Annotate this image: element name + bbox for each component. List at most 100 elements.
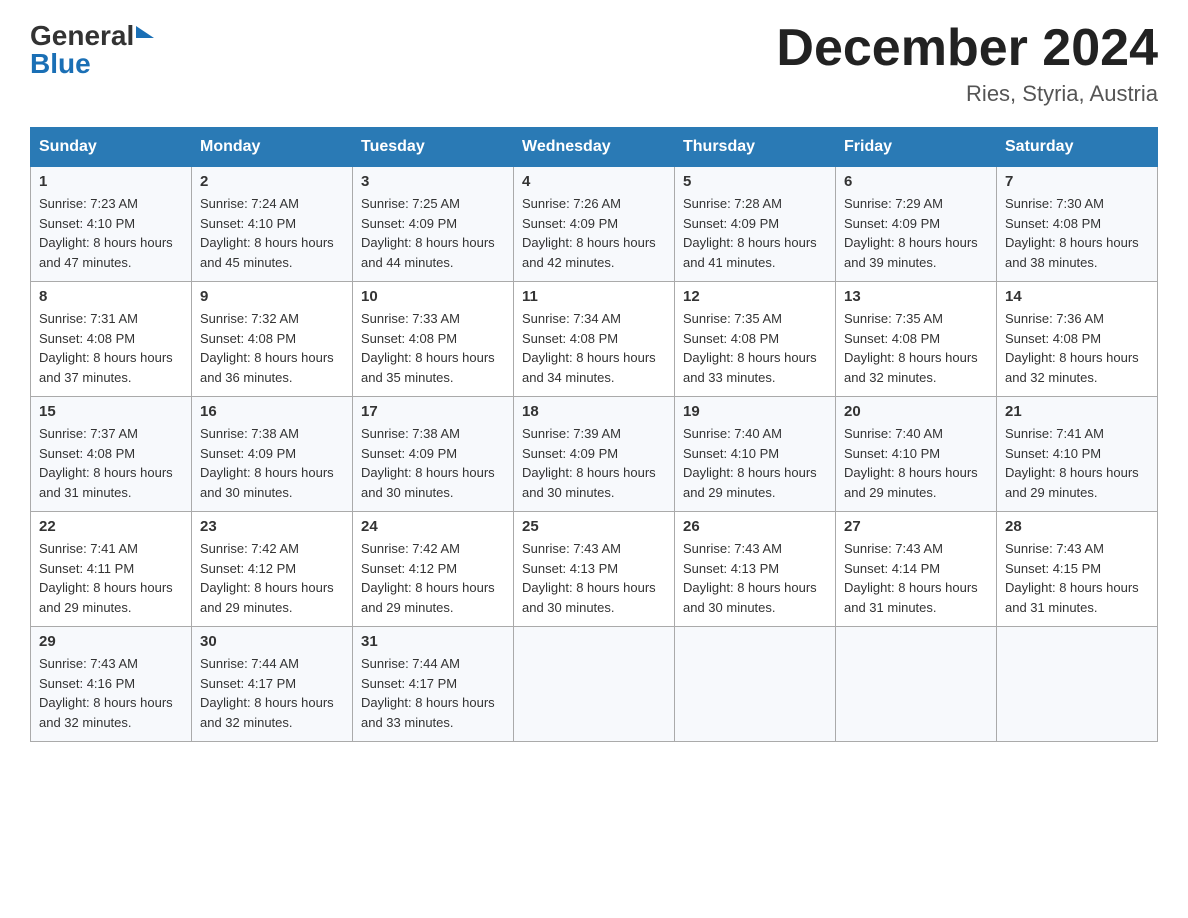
- calendar-cell: 9 Sunrise: 7:32 AMSunset: 4:08 PMDaylight…: [192, 282, 353, 397]
- day-number: 31: [361, 633, 505, 650]
- day-number: 8: [39, 288, 183, 305]
- day-info: Sunrise: 7:32 AMSunset: 4:08 PMDaylight:…: [200, 309, 344, 387]
- calendar-cell: 21 Sunrise: 7:41 AMSunset: 4:10 PMDayligh…: [997, 397, 1158, 512]
- calendar-cell: 20 Sunrise: 7:40 AMSunset: 4:10 PMDayligh…: [836, 397, 997, 512]
- calendar-cell: 27 Sunrise: 7:43 AMSunset: 4:14 PMDayligh…: [836, 512, 997, 627]
- day-info: Sunrise: 7:38 AMSunset: 4:09 PMDaylight:…: [200, 424, 344, 502]
- header-sunday: Sunday: [31, 128, 192, 167]
- calendar-cell: 25 Sunrise: 7:43 AMSunset: 4:13 PMDayligh…: [514, 512, 675, 627]
- day-number: 14: [1005, 288, 1149, 305]
- day-info: Sunrise: 7:43 AMSunset: 4:13 PMDaylight:…: [522, 539, 666, 617]
- logo: General Blue: [30, 20, 154, 78]
- day-info: Sunrise: 7:30 AMSunset: 4:08 PMDaylight:…: [1005, 194, 1149, 272]
- calendar-header-row: Sunday Monday Tuesday Wednesday Thursday…: [31, 128, 1158, 167]
- calendar-cell: 31 Sunrise: 7:44 AMSunset: 4:17 PMDayligh…: [353, 627, 514, 742]
- day-info: Sunrise: 7:23 AMSunset: 4:10 PMDaylight:…: [39, 194, 183, 272]
- header-monday: Monday: [192, 128, 353, 167]
- day-number: 1: [39, 173, 183, 190]
- calendar-week-row: 15 Sunrise: 7:37 AMSunset: 4:08 PMDayligh…: [31, 397, 1158, 512]
- day-number: 21: [1005, 403, 1149, 420]
- calendar-cell: 10Sunrise: 7:33 AMSunset: 4:08 PMDayligh…: [353, 282, 514, 397]
- calendar-cell: 14 Sunrise: 7:36 AMSunset: 4:08 PMDayligh…: [997, 282, 1158, 397]
- day-number: 18: [522, 403, 666, 420]
- month-year-title: December 2024: [776, 20, 1158, 77]
- day-number: 4: [522, 173, 666, 190]
- day-number: 23: [200, 518, 344, 535]
- day-info: Sunrise: 7:40 AMSunset: 4:10 PMDaylight:…: [683, 424, 827, 502]
- header-thursday: Thursday: [675, 128, 836, 167]
- calendar-cell: [836, 627, 997, 742]
- day-info: Sunrise: 7:44 AMSunset: 4:17 PMDaylight:…: [361, 654, 505, 732]
- calendar-cell: 22 Sunrise: 7:41 AMSunset: 4:11 PMDayligh…: [31, 512, 192, 627]
- header-wednesday: Wednesday: [514, 128, 675, 167]
- calendar-week-row: 8Sunrise: 7:31 AMSunset: 4:08 PMDaylight…: [31, 282, 1158, 397]
- calendar-cell: 26Sunrise: 7:43 AMSunset: 4:13 PMDayligh…: [675, 512, 836, 627]
- day-info: Sunrise: 7:24 AMSunset: 4:10 PMDaylight:…: [200, 194, 344, 272]
- day-info: Sunrise: 7:41 AMSunset: 4:10 PMDaylight:…: [1005, 424, 1149, 502]
- day-info: Sunrise: 7:39 AMSunset: 4:09 PMDaylight:…: [522, 424, 666, 502]
- calendar-cell: 5Sunrise: 7:28 AMSunset: 4:09 PMDaylight…: [675, 167, 836, 282]
- calendar-cell: 12 Sunrise: 7:35 AMSunset: 4:08 PMDayligh…: [675, 282, 836, 397]
- day-info: Sunrise: 7:28 AMSunset: 4:09 PMDaylight:…: [683, 194, 827, 272]
- day-info: Sunrise: 7:35 AMSunset: 4:08 PMDaylight:…: [844, 309, 988, 387]
- header-tuesday: Tuesday: [353, 128, 514, 167]
- day-info: Sunrise: 7:42 AMSunset: 4:12 PMDaylight:…: [200, 539, 344, 617]
- calendar-cell: 28Sunrise: 7:43 AMSunset: 4:15 PMDayligh…: [997, 512, 1158, 627]
- calendar-cell: [997, 627, 1158, 742]
- header-friday: Friday: [836, 128, 997, 167]
- calendar-cell: 19 Sunrise: 7:40 AMSunset: 4:10 PMDayligh…: [675, 397, 836, 512]
- day-number: 7: [1005, 173, 1149, 190]
- calendar-cell: 8Sunrise: 7:31 AMSunset: 4:08 PMDaylight…: [31, 282, 192, 397]
- calendar-week-row: 29 Sunrise: 7:43 AMSunset: 4:16 PMDayligh…: [31, 627, 1158, 742]
- day-number: 19: [683, 403, 827, 420]
- calendar-cell: [675, 627, 836, 742]
- day-number: 27: [844, 518, 988, 535]
- calendar-cell: 3 Sunrise: 7:25 AMSunset: 4:09 PMDaylight…: [353, 167, 514, 282]
- day-number: 24: [361, 518, 505, 535]
- page-header: General Blue December 2024 Ries, Styria,…: [30, 20, 1158, 107]
- day-number: 15: [39, 403, 183, 420]
- day-info: Sunrise: 7:44 AMSunset: 4:17 PMDaylight:…: [200, 654, 344, 732]
- day-number: 28: [1005, 518, 1149, 535]
- day-info: Sunrise: 7:43 AMSunset: 4:13 PMDaylight:…: [683, 539, 827, 617]
- day-number: 3: [361, 173, 505, 190]
- day-info: Sunrise: 7:42 AMSunset: 4:12 PMDaylight:…: [361, 539, 505, 617]
- day-info: Sunrise: 7:43 AMSunset: 4:16 PMDaylight:…: [39, 654, 183, 732]
- calendar-cell: 16Sunrise: 7:38 AMSunset: 4:09 PMDayligh…: [192, 397, 353, 512]
- logo-arrow-icon: [136, 26, 154, 38]
- calendar-cell: 18 Sunrise: 7:39 AMSunset: 4:09 PMDayligh…: [514, 397, 675, 512]
- calendar-table: Sunday Monday Tuesday Wednesday Thursday…: [30, 127, 1158, 742]
- day-info: Sunrise: 7:36 AMSunset: 4:08 PMDaylight:…: [1005, 309, 1149, 387]
- calendar-cell: 29 Sunrise: 7:43 AMSunset: 4:16 PMDayligh…: [31, 627, 192, 742]
- calendar-cell: 15 Sunrise: 7:37 AMSunset: 4:08 PMDayligh…: [31, 397, 192, 512]
- calendar-cell: 24 Sunrise: 7:42 AMSunset: 4:12 PMDayligh…: [353, 512, 514, 627]
- day-info: Sunrise: 7:29 AMSunset: 4:09 PMDaylight:…: [844, 194, 988, 272]
- calendar-cell: [514, 627, 675, 742]
- day-number: 25: [522, 518, 666, 535]
- day-number: 13: [844, 288, 988, 305]
- location-subtitle: Ries, Styria, Austria: [776, 81, 1158, 107]
- calendar-cell: 30Sunrise: 7:44 AMSunset: 4:17 PMDayligh…: [192, 627, 353, 742]
- day-info: Sunrise: 7:33 AMSunset: 4:08 PMDaylight:…: [361, 309, 505, 387]
- calendar-cell: 13 Sunrise: 7:35 AMSunset: 4:08 PMDayligh…: [836, 282, 997, 397]
- day-number: 11: [522, 288, 666, 305]
- calendar-cell: 1 Sunrise: 7:23 AMSunset: 4:10 PMDaylight…: [31, 167, 192, 282]
- day-number: 20: [844, 403, 988, 420]
- day-info: Sunrise: 7:25 AMSunset: 4:09 PMDaylight:…: [361, 194, 505, 272]
- day-number: 9: [200, 288, 344, 305]
- day-info: Sunrise: 7:37 AMSunset: 4:08 PMDaylight:…: [39, 424, 183, 502]
- day-number: 22: [39, 518, 183, 535]
- calendar-cell: 11Sunrise: 7:34 AMSunset: 4:08 PMDayligh…: [514, 282, 675, 397]
- day-info: Sunrise: 7:41 AMSunset: 4:11 PMDaylight:…: [39, 539, 183, 617]
- calendar-cell: 7 Sunrise: 7:30 AMSunset: 4:08 PMDaylight…: [997, 167, 1158, 282]
- day-info: Sunrise: 7:35 AMSunset: 4:08 PMDaylight:…: [683, 309, 827, 387]
- header-saturday: Saturday: [997, 128, 1158, 167]
- day-info: Sunrise: 7:40 AMSunset: 4:10 PMDaylight:…: [844, 424, 988, 502]
- day-number: 12: [683, 288, 827, 305]
- day-info: Sunrise: 7:43 AMSunset: 4:14 PMDaylight:…: [844, 539, 988, 617]
- calendar-cell: 6Sunrise: 7:29 AMSunset: 4:09 PMDaylight…: [836, 167, 997, 282]
- title-section: December 2024 Ries, Styria, Austria: [776, 20, 1158, 107]
- day-info: Sunrise: 7:38 AMSunset: 4:09 PMDaylight:…: [361, 424, 505, 502]
- calendar-week-row: 22 Sunrise: 7:41 AMSunset: 4:11 PMDayligh…: [31, 512, 1158, 627]
- day-number: 29: [39, 633, 183, 650]
